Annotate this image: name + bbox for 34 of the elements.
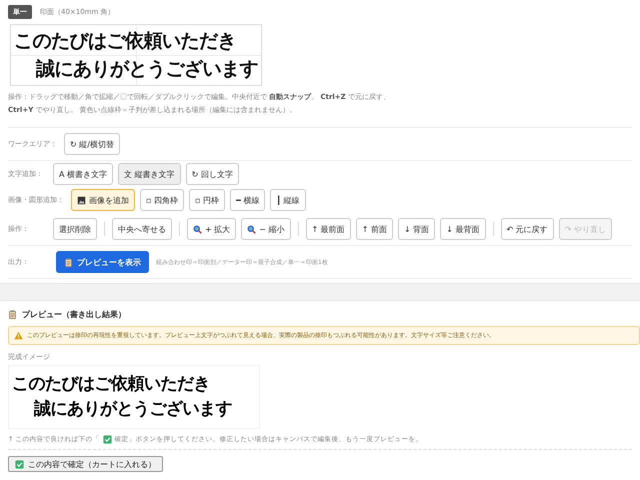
confirm-button[interactable]: この内容で確定（カートに入れる） (8, 456, 163, 472)
image-icon (77, 196, 86, 204)
search-icon (247, 224, 256, 234)
toolbar-button[interactable]: ↓ 背面 (398, 218, 436, 240)
toolbar-button[interactable]: ▫ 円枠 (188, 189, 225, 211)
check-icon (102, 435, 112, 444)
toolbar-button[interactable]: ━ 横線 (230, 189, 266, 211)
toolbar-button[interactable]: ↓ 最背面 (440, 218, 486, 240)
toolbar-button[interactable]: ↻ 回し文字 (186, 163, 239, 185)
toolbar-button[interactable]: ↑ 前面 (356, 218, 393, 240)
stamp-canvas[interactable]: このたびはご依頼いただき 誠にありがとうございます (10, 24, 262, 86)
toolbar-button[interactable]: A 横書き文字 (53, 163, 114, 185)
clipboard-icon (8, 310, 17, 319)
check-icon (15, 460, 24, 468)
toolbar-button[interactable]: ▫ 四角枠 (140, 189, 184, 211)
preview-button[interactable]: プレビューを表示 (56, 251, 149, 273)
clipboard-icon (64, 258, 73, 266)
toolbar-button[interactable]: 文 縦書き文字 (118, 163, 181, 185)
canvas-text[interactable]: このたびはご依頼いただき (14, 27, 261, 55)
preview-text: 誠にありがとうございます (32, 398, 233, 421)
toolbar-button[interactable]: 選択削除 (53, 218, 97, 240)
toolbar-button[interactable]: ┃ 縦線 (270, 189, 306, 211)
warning-icon (14, 331, 23, 340)
toolbar-button[interactable]: ↶ 元に戻す (500, 218, 554, 240)
canvas-text[interactable]: 誠にありがとうございます (14, 55, 261, 83)
toolbar-button[interactable]: ↻ 縦/横切替 (64, 133, 120, 155)
toolbar-button[interactable]: ↑ 最前面 (306, 218, 351, 240)
search-icon (193, 224, 202, 234)
section-title: プレビュー（書き出し結果） (22, 309, 126, 320)
preview-text: このたびはご依頼いただき (12, 373, 211, 396)
toolbar-button[interactable]: 中央へ寄せる (112, 218, 172, 240)
toolbar-button[interactable]: − 縮小 (241, 218, 290, 240)
toolbar-button[interactable]: 画像を追加 (71, 189, 135, 211)
toolbar-button[interactable]: + 拡大 (187, 218, 236, 240)
